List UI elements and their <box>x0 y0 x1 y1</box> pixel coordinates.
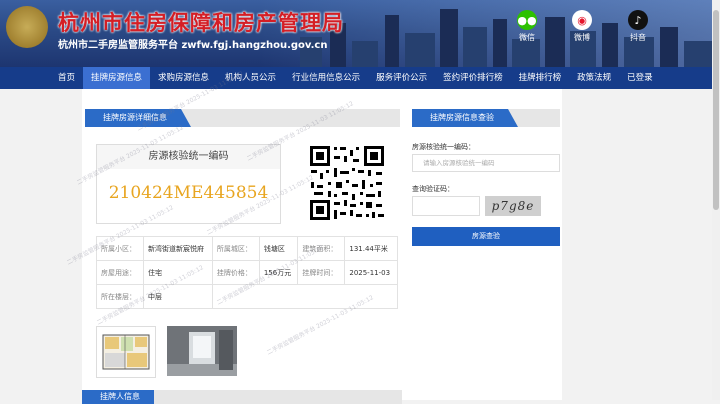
wechat-icon: ●● <box>517 10 537 30</box>
area-value: 131.44平米 <box>344 236 398 261</box>
verification-code-box: 房源核验统一编码 210424ME445854 <box>96 144 281 224</box>
emblem-icon <box>6 6 48 48</box>
code-input[interactable]: 请输入房源核验统一编码 <box>412 154 560 172</box>
qr-code <box>308 144 386 222</box>
district-label: 所属城区： <box>211 236 260 261</box>
floor-value: 中层 <box>143 284 213 309</box>
nav-item-service-eval[interactable]: 服务评价公示 <box>368 67 435 89</box>
floorplan-thumbnail[interactable] <box>96 326 156 378</box>
scrollbar-thumb[interactable] <box>713 10 719 210</box>
douyin-icon: ♪ <box>628 10 648 30</box>
price-label: 挂牌价格： <box>211 260 260 285</box>
site-subtitle: 杭州市二手房监管服务平台 zwfw.fgj.hangzhou.gov.cn <box>58 40 328 51</box>
page-scrollbar[interactable] <box>712 0 720 400</box>
captcha-input[interactable] <box>412 196 480 216</box>
verify-panel: 房源核验统一编码： 请输入房源核验统一编码 查询验证码： p7g8e 房源查验 <box>412 108 560 258</box>
listing-section-title: 挂牌房源详细信息 <box>85 109 191 127</box>
nav-item-listing-rank[interactable]: 挂牌排行榜 <box>511 67 570 89</box>
time-value: 2025-11-03 <box>344 260 398 285</box>
code-input-label: 房源核验统一编码： <box>412 143 475 151</box>
main-nav: 首页 挂牌房源信息 求购房源信息 机构人员公示 行业信用信息公示 服务评价公示 … <box>0 67 720 89</box>
community-value: 新湾街道新宸悦府 <box>143 236 213 261</box>
agent-section-title: 挂牌人信息 <box>82 390 154 404</box>
table-row: 所属小区： 新湾街道新宸悦府 所属城区： 钱塘区 建筑面积： 131.44平米 <box>96 236 398 261</box>
nav-item-signing-rank[interactable]: 签约评价排行榜 <box>435 67 511 89</box>
captcha-label: 查询验证码： <box>412 185 454 193</box>
usage-value: 住宅 <box>143 260 213 285</box>
verification-code: 210424ME445854 <box>108 183 269 203</box>
site-banner: 杭州市住房保障和房产管理局 杭州市二手房监管服务平台 zwfw.fgj.hang… <box>0 0 720 67</box>
price-value: 156万元 <box>258 260 299 285</box>
social-weibo[interactable]: ◉ 微博 <box>567 10 597 43</box>
nav-item-wanted[interactable]: 求购房源信息 <box>150 67 217 89</box>
social-label: 抖音 <box>630 33 646 42</box>
nav-item-policy[interactable]: 政策法规 <box>569 67 619 89</box>
community-label: 所属小区： <box>96 236 144 261</box>
table-row: 房屋用途： 住宅 挂牌价格： 156万元 挂牌时间： 2025-11-03 <box>96 260 398 285</box>
nav-item-credit[interactable]: 行业信用信息公示 <box>284 67 368 89</box>
site-title: 杭州市住房保障和房产管理局 <box>58 10 344 35</box>
captcha-image[interactable]: p7g8e <box>485 196 541 216</box>
listing-section-header: 挂牌房源详细信息 <box>85 109 400 127</box>
time-label: 挂牌时间： <box>297 260 346 285</box>
floor-label: 所在楼层： <box>96 284 144 309</box>
nav-item-agencies[interactable]: 机构人员公示 <box>217 67 284 89</box>
nav-item-logged-in[interactable]: 已登录 <box>619 67 661 89</box>
district-value: 钱塘区 <box>258 236 299 261</box>
social-label: 微信 <box>519 33 535 42</box>
usage-label: 房屋用途： <box>96 260 144 285</box>
table-row: 所在楼层： 中层 <box>96 284 399 309</box>
verify-button[interactable]: 房源查验 <box>412 227 560 246</box>
social-wechat[interactable]: ●● 微信 <box>512 10 542 43</box>
social-label: 微博 <box>574 33 590 42</box>
agent-section-header: 挂牌人信息 <box>82 390 402 404</box>
social-douyin[interactable]: ♪ 抖音 <box>623 10 653 43</box>
nav-item-listings[interactable]: 挂牌房源信息 <box>83 67 151 89</box>
nav-item-home[interactable]: 首页 <box>50 67 83 89</box>
code-caption: 房源核验统一编码 <box>97 145 280 169</box>
area-label: 建筑面积： <box>297 236 346 261</box>
listing-info-table: 所属小区： 新湾街道新宸悦府 所属城区： 钱塘区 建筑面积： 131.44平米 … <box>96 236 399 309</box>
interior-photo-thumbnail[interactable] <box>167 326 237 376</box>
weibo-icon: ◉ <box>572 10 592 30</box>
empty-cell <box>211 284 399 309</box>
